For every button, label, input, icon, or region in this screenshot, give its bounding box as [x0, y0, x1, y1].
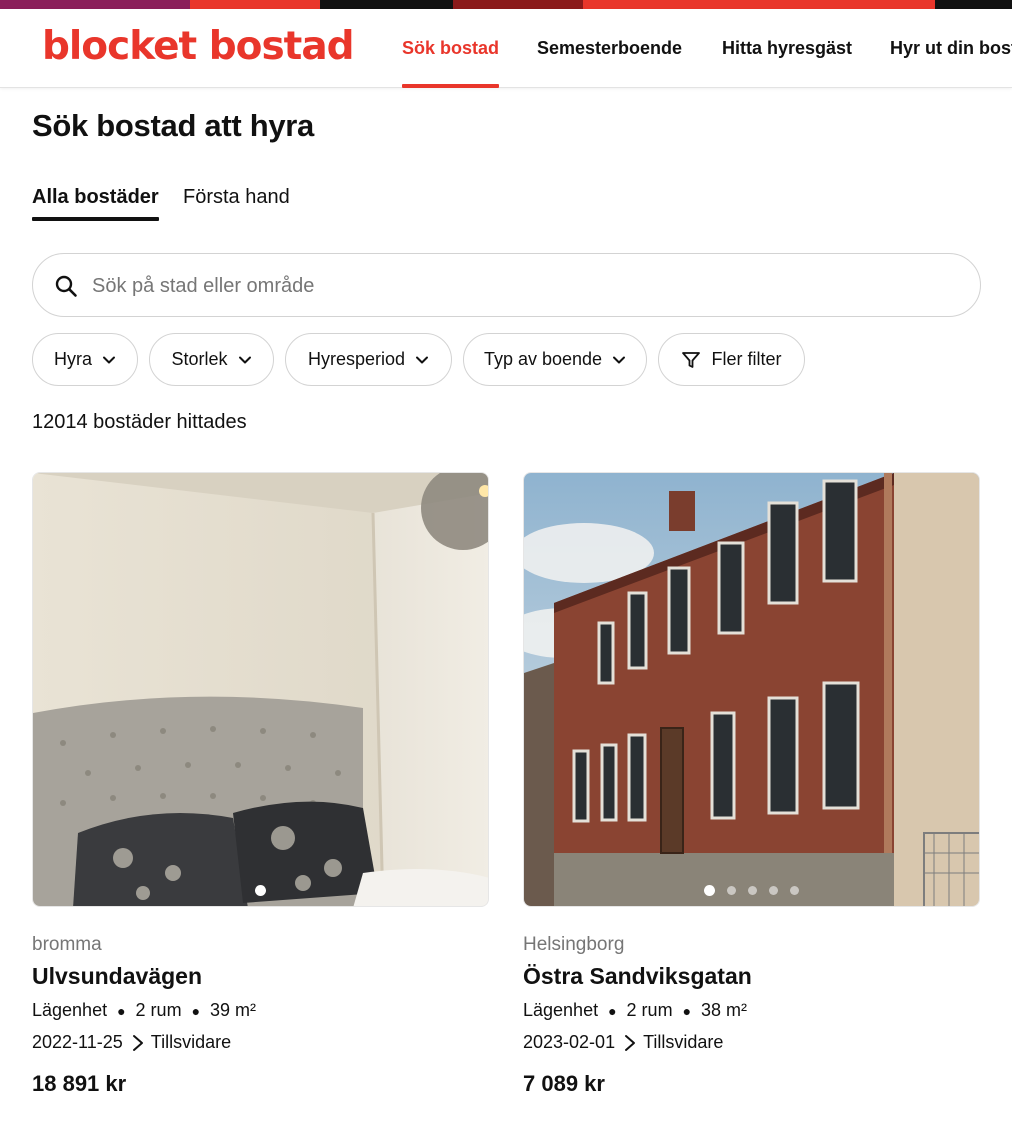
stripe-segment: [320, 0, 453, 9]
listing-availability: 2022-11-25 Tillsvidare: [32, 1032, 231, 1053]
separator: ●: [117, 1002, 126, 1019]
logo-text: blocket bostad: [42, 24, 355, 69]
site-header: blocket bostad Sök bostad Semesterboende…: [0, 9, 1012, 88]
listing-image[interactable]: [32, 472, 489, 907]
listing-type: Lägenhet: [32, 1000, 108, 1020]
stripe-segment: [190, 0, 320, 9]
listing-from-date: 2022-11-25: [32, 1032, 123, 1052]
listing-type: Lägenhet: [523, 1000, 599, 1020]
listing-to-date: Tillsvidare: [643, 1032, 724, 1052]
stripe-segment: [0, 0, 190, 9]
carousel-dot[interactable]: [727, 886, 736, 895]
nav-label: Hyr ut din bostad: [890, 38, 1012, 58]
chevron-down-icon: [613, 356, 626, 363]
logo[interactable]: blocket bostad: [42, 24, 355, 69]
stripe-segment: [583, 0, 935, 9]
separator: ●: [682, 1002, 692, 1019]
listing-to-date: Tillsvidare: [150, 1032, 232, 1052]
tab-label: Första hand: [183, 186, 290, 208]
chevron-down-icon: [238, 356, 251, 363]
nav-semesterboende[interactable]: Semesterboende: [537, 9, 682, 88]
listing-meta: Lägenhet ● 2 rum ● 39 m²: [32, 1000, 256, 1021]
tab-label: Alla bostäder: [32, 186, 159, 208]
search-input[interactable]: [92, 266, 952, 306]
listing-rooms: 2 rum: [135, 1000, 182, 1020]
filter-icon: [682, 351, 701, 368]
listing-meta: Lägenhet ● 2 rum ● 38 m²: [523, 1000, 747, 1021]
listing-price: 7 089 kr: [523, 1071, 605, 1096]
page-title: Sök bostad att hyra: [32, 108, 314, 143]
stripe-segment: [453, 0, 583, 9]
brick-building-photo: [524, 473, 979, 906]
nav-label: Semesterboende: [537, 38, 683, 58]
listing-area: 38 m²: [701, 1000, 748, 1020]
carousel-dot[interactable]: [769, 886, 778, 895]
separator: ●: [608, 1002, 617, 1019]
top-color-stripe: [0, 0, 1012, 9]
listing-location: bromma: [32, 934, 102, 955]
bedroom-photo: [33, 473, 488, 906]
carousel-dot[interactable]: [704, 885, 715, 896]
chevron-right-icon: [132, 1034, 143, 1051]
filter-hyresperiod[interactable]: Hyresperiod: [285, 333, 452, 386]
image-carousel-dots[interactable]: [524, 885, 979, 896]
filter-label: Fler filter: [711, 349, 782, 369]
filter-label: Typ av boende: [483, 349, 603, 369]
filter-typ-av-boende[interactable]: Typ av boende: [463, 333, 647, 386]
nav-hyr-ut[interactable]: Hyr ut din bostad: [890, 9, 1012, 88]
search-bar[interactable]: [32, 253, 981, 317]
filter-label: Storlek: [171, 349, 228, 369]
carousel-dot[interactable]: [790, 886, 799, 895]
result-count: 12014 bostäder hittades: [32, 411, 247, 433]
listing-street[interactable]: Östra Sandviksgatan: [523, 963, 752, 990]
search-icon: [55, 275, 77, 297]
chevron-down-icon: [103, 356, 115, 363]
chevron-down-icon: [416, 356, 429, 363]
filter-fler-filter[interactable]: Fler filter: [658, 333, 805, 386]
listing-rooms: 2 rum: [626, 1000, 673, 1020]
tab-alla-bostader[interactable]: Alla bostäder: [32, 184, 159, 221]
listing-availability: 2023-02-01 Tillsvidare: [523, 1032, 723, 1053]
listing-image[interactable]: [523, 472, 980, 907]
stripe-segment: [935, 0, 1012, 9]
nav-sok-bostad[interactable]: Sök bostad: [402, 9, 500, 88]
carousel-dot[interactable]: [255, 885, 266, 896]
filter-hyra[interactable]: Hyra: [32, 333, 138, 386]
listing-area: 39 m²: [210, 1000, 257, 1020]
tab-forsta-hand[interactable]: Första hand: [183, 184, 290, 221]
image-carousel-dots[interactable]: [33, 885, 488, 896]
listing-street[interactable]: Ulvsundavägen: [32, 963, 202, 990]
nav-hitta-hyresgast[interactable]: Hitta hyresgäst: [722, 9, 852, 88]
filter-label: Hyra: [53, 349, 92, 369]
listing-from-date: 2023-02-01: [523, 1032, 616, 1052]
listing-price: 18 891 kr: [32, 1071, 127, 1096]
nav-label: Sök bostad: [402, 38, 500, 58]
filter-label: Hyresperiod: [307, 349, 406, 369]
chevron-right-icon: [625, 1034, 636, 1051]
filter-storlek[interactable]: Storlek: [149, 333, 274, 386]
nav-label: Hitta hyresgäst: [722, 38, 853, 58]
listing-location: Helsingborg: [523, 934, 625, 955]
carousel-dot[interactable]: [748, 886, 757, 895]
separator: ●: [191, 1002, 201, 1019]
